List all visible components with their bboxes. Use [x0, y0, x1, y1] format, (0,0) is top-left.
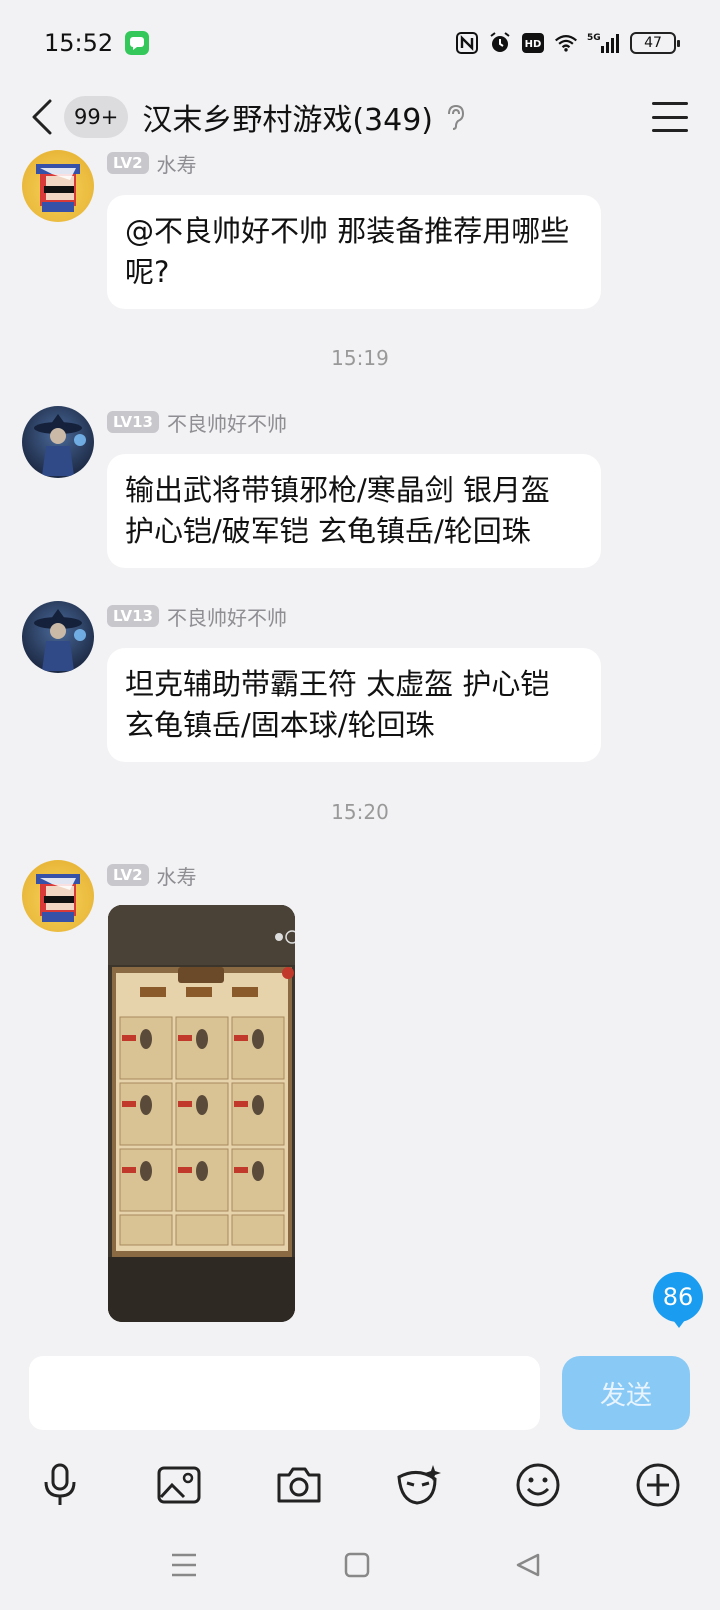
back-icon[interactable]: [22, 92, 62, 142]
back-nav-icon[interactable]: [510, 1547, 546, 1583]
message-input[interactable]: [29, 1356, 540, 1430]
message-sender: LV2 水寿: [107, 148, 197, 178]
message-sender: LV13 不良帅好不帅: [107, 601, 287, 631]
menu-icon[interactable]: [652, 102, 688, 132]
mask-icon[interactable]: [392, 1459, 444, 1511]
message-bubble[interactable]: @不良帅好不帅 那装备推荐用哪些呢?: [107, 195, 601, 309]
page-title[interactable]: 汉末乡野村游戏(349): [142, 95, 433, 139]
game-screenshot-image: [108, 905, 295, 1322]
chat-header: 99+ 汉末乡野村游戏(349): [0, 86, 720, 148]
message-timestamp: 15:19: [331, 346, 389, 370]
avatar[interactable]: [22, 406, 94, 478]
message-sender: LV2 水寿: [107, 860, 197, 890]
image-icon[interactable]: [153, 1459, 205, 1511]
new-messages-badge[interactable]: 86: [653, 1272, 703, 1328]
avatar[interactable]: [22, 150, 94, 222]
avatar[interactable]: [22, 601, 94, 673]
sender-name[interactable]: 不良帅好不帅: [167, 602, 287, 631]
level-badge: LV13: [107, 411, 159, 433]
image-message[interactable]: [108, 905, 295, 1322]
message-timestamp: 15:20: [331, 800, 389, 824]
sender-name[interactable]: 不良帅好不帅: [167, 408, 287, 437]
emoji-icon[interactable]: [512, 1459, 564, 1511]
plus-icon[interactable]: [632, 1459, 684, 1511]
avatar[interactable]: [22, 860, 94, 932]
message-sender: LV13 不良帅好不帅: [107, 407, 287, 437]
message-bubble[interactable]: 输出武将带镇邪枪/寒晶剑 银月盔 护心铠/破军铠 玄龟镇岳/轮回珠: [107, 454, 601, 568]
system-nav-bar: [0, 1520, 720, 1610]
chat-area[interactable]: LV2 水寿 @不良帅好不帅 那装备推荐用哪些呢? 15:19 LV13 不良帅…: [0, 0, 720, 1340]
input-area: 发送: [0, 1345, 720, 1520]
message-bubble[interactable]: 坦克辅助带霸王符 太虚盔 护心铠 玄龟镇岳/固本球/轮回珠: [107, 648, 601, 762]
send-button[interactable]: 发送: [562, 1356, 690, 1430]
microphone-icon[interactable]: [34, 1459, 86, 1511]
ear-icon[interactable]: [445, 103, 469, 131]
level-badge: LV2: [107, 152, 149, 174]
unread-count-badge[interactable]: 99+: [64, 96, 129, 138]
sender-name[interactable]: 水寿: [157, 149, 197, 178]
level-badge: LV2: [107, 864, 149, 886]
home-icon[interactable]: [339, 1547, 375, 1583]
camera-icon[interactable]: [273, 1459, 325, 1511]
sender-name[interactable]: 水寿: [157, 861, 197, 890]
recent-apps-icon[interactable]: [166, 1547, 202, 1583]
level-badge: LV13: [107, 605, 159, 627]
input-toolbar: [0, 1450, 720, 1520]
